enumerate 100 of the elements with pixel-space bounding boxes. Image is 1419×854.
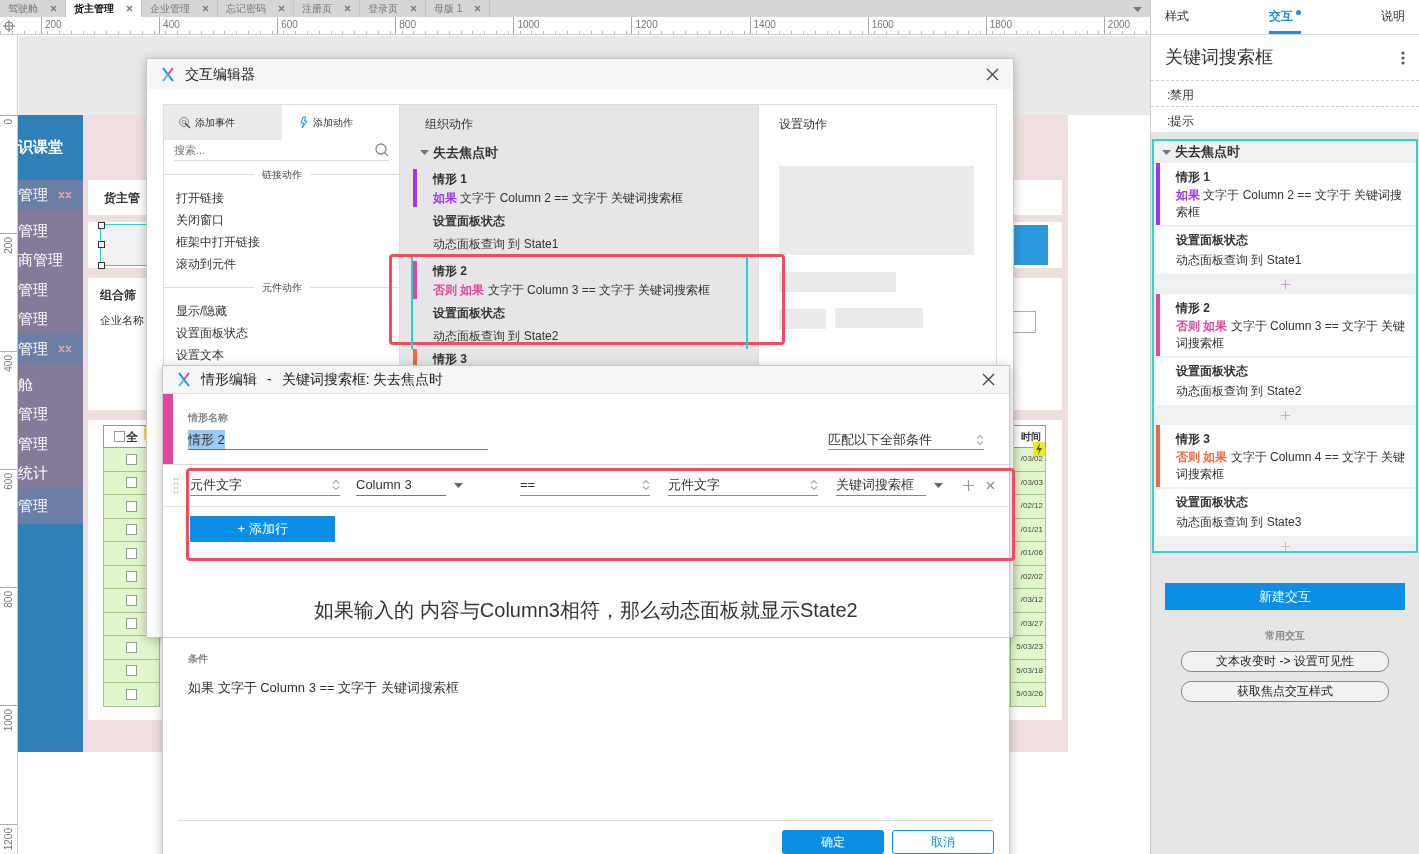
ruler-label: 600 [281,19,298,30]
panel-tab[interactable]: 添加事件 [164,105,282,140]
action-name: 设置面板状态 [1176,232,1249,249]
ruler-label: 1200 [2,827,15,850]
annotation-text: 如果输入的 内容与Column3相符，那么动态面板就显示State2 [314,598,858,623]
section-title: 链接动作 [261,168,302,182]
action-name: 设置面板状态 [433,212,506,230]
action-item[interactable]: 设置面板状态 [164,321,399,343]
ruler-label: 1000 [517,19,540,30]
cancel-button[interactable]: 取消 [892,829,994,854]
inspector-tab[interactable]: 样式 [1165,7,1189,34]
action-detail: 动态面板查询 到 State1 [433,235,560,253]
case-name: 情形 2 [433,262,468,280]
match-select[interactable]: 匹配以下全部条件 [828,430,984,450]
action-detail: 动态面板查询 到 State2 [1176,383,1303,400]
ruler-label: 1200 [635,19,658,30]
ruler-label: 200 [2,237,15,254]
section-title: 元件动作 [261,281,302,295]
menu-item[interactable]: 管理 [18,275,83,305]
action-detail: 动态面板查询 到 State2 [433,327,560,345]
menu-item[interactable]: 商管理 [18,245,83,275]
column-title: 组织动作 [424,116,474,133]
action-name: 设置面板状态 [1176,494,1249,511]
case-name: 情形 3 [433,350,467,365]
header-text: 时间 [1021,430,1041,444]
menu-item[interactable]: 管理 [18,304,83,334]
case-item[interactable]: 情形 2 否则 如果 文字于 Column 3 == 文字于 关键词搜索框 设置面板状态 动态面板查询 到 State2 [411,256,748,349]
header-text: 全 [126,428,138,446]
name-field[interactable]: 情形 2 [188,430,488,450]
dropdown-field[interactable]: 元件文字 [190,475,340,496]
table-cell: 5/03/23 [1010,636,1046,660]
condition-summary: 如果 文字于 Column 3 == 文字于 关键词搜索框 [188,679,460,697]
ruler-label: 1600 [871,19,894,30]
menu-item[interactable]: 统计 [18,458,83,488]
case-condition: 否则 如果 文字于 Column 4 == 文字于 关键词搜索框 [1176,449,1406,483]
table-cell: 5/03/18 [1010,659,1046,683]
event-title: 失去焦点时 [1175,143,1240,162]
action-name: 设置面板状态 [1176,363,1249,380]
ruler-label: 400 [2,355,15,372]
dropdown-field[interactable]: Column 3 [356,475,446,496]
action-item[interactable]: 滚动到元件 [164,252,399,274]
ruler-label: 2000 [1107,19,1131,30]
case-name: 情形 1 [433,170,468,188]
action-item[interactable]: 关闭窗口 [164,208,399,230]
ruler-label: 800 [2,591,15,609]
menu-item[interactable]: 管理 [18,399,83,429]
ruler-label: 1000 [2,709,15,732]
section-label: 条件 [188,652,209,666]
menu-item[interactable]: 管理 [18,210,83,246]
case-name: 情形 1 [1176,169,1211,186]
case-name: 情形 3 [1176,431,1211,448]
case-condition: 否则 如果 文字于 Column 3 == 文字于 关键词搜索框 [433,281,711,299]
ruler-label: 800 [399,19,416,30]
menu-item[interactable]: 舱 [18,364,83,400]
action-item[interactable]: 打开链接 [164,186,399,208]
ruler-label: 400 [163,19,180,30]
field-label: 情形名称 [188,411,229,425]
dialog-subtitle: 关键词搜索框: 失去焦点时 [281,370,444,389]
element-title: 关键词搜索框 [1165,46,1273,69]
document-tab[interactable]: 货主管理 [66,0,142,17]
ruler-label: 1800 [989,19,1012,30]
inspector-tab[interactable]: 说明 [1381,7,1405,34]
shortcut-button[interactable]: 文本改变时 -> 设置可见性 [1181,651,1389,672]
column-title: 设置动作 [779,116,828,133]
section-label: 常用交互 [1265,629,1305,643]
action-item[interactable]: 设置文本 [164,343,399,365]
search-field[interactable]: 搜索... [174,140,375,160]
shortcut-button[interactable]: 获取焦点交互样式 [1181,681,1389,702]
filter-title: 组合筛 [100,287,137,304]
ruler-label: 200 [45,19,62,30]
menu-item[interactable]: 管理 [18,429,83,459]
menu-group[interactable]: 管理 [18,334,83,364]
ruler-label: 0 [2,119,15,125]
ruler-label: 600 [2,473,15,490]
dropdown-field[interactable]: == [520,475,650,496]
action-name: 设置面板状态 [433,304,506,322]
action-detail: 动态面板查询 到 State3 [1176,514,1303,531]
case-condition: 如果 文字于 Column 2 == 文字于 关键词搜索框 [1176,187,1404,221]
brand-title: 识课堂 [18,137,63,158]
dropdown-field[interactable]: 关键词搜索框 [836,475,926,496]
field-label: 企业名称 [100,313,144,328]
case-item[interactable]: 情形 1 如果 文字于 Column 2 == 文字于 关键词搜索框 设置面板状态 动态面板查询 到 State1 [411,168,748,257]
action-detail: 动态面板查询 到 State1 [1176,252,1303,269]
table-cell: 5/03/26 [1010,683,1046,707]
dialog-title: 情形编辑 [201,370,257,389]
ruler-label: 1400 [753,19,776,30]
event-title: 失去焦点时 [433,144,498,162]
case-item[interactable]: 情形 3 [411,348,748,365]
menu-group[interactable]: 管理 [18,180,83,210]
action-item[interactable]: 框架中打开链接 [164,230,399,252]
page-title: 货主管 [103,189,140,207]
menu-group[interactable]: 管理 [18,488,83,524]
case-condition: 否则 如果 文字于 Column 3 == 文字于 关键词搜索框 [1176,318,1406,352]
action-item[interactable]: 显示/隐藏 [164,299,399,321]
case-name: 情形 2 [1176,300,1211,317]
title-separator: - [267,370,272,389]
case-condition: 如果 文字于 Column 2 == 文字于 关键词搜索框 [433,189,684,207]
state-item[interactable]: :提示 [1167,114,1195,128]
state-item[interactable]: :禁用 [1167,88,1195,102]
dropdown-field[interactable]: 元件文字 [668,475,818,496]
